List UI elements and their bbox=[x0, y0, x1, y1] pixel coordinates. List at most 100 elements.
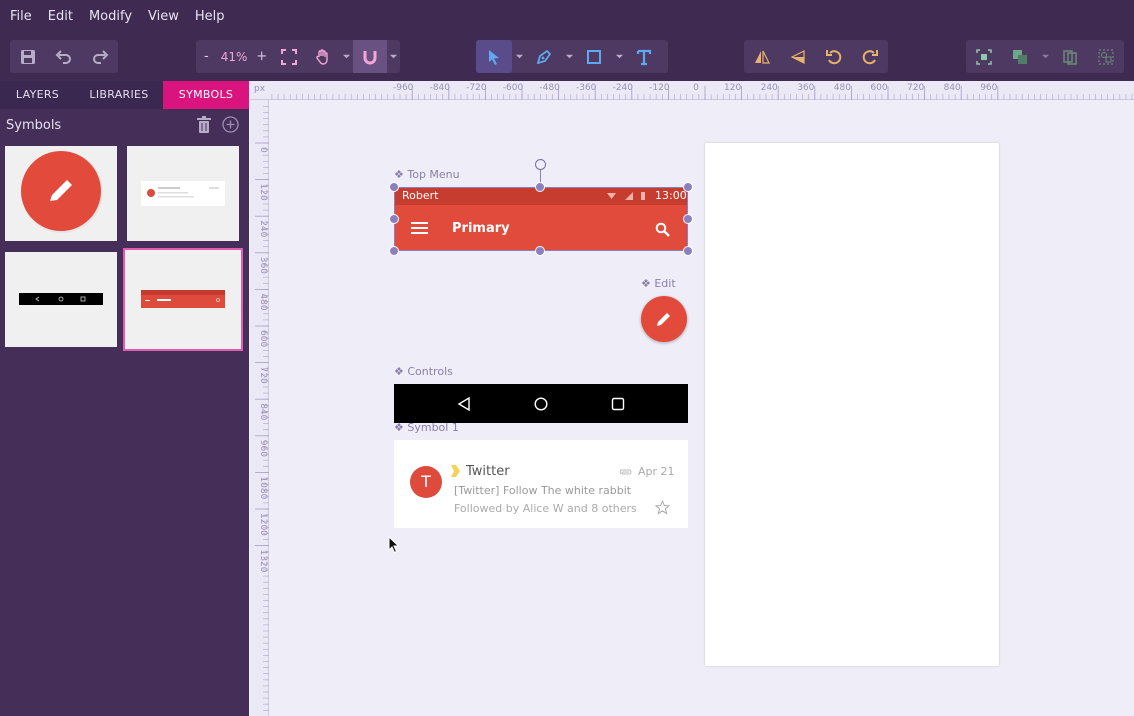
pen-tool-button[interactable] bbox=[526, 40, 562, 73]
controls-label: ❖ Controls bbox=[394, 365, 453, 378]
edit-label: ❖ Edit bbox=[641, 277, 676, 290]
draw-tools bbox=[476, 40, 668, 73]
menu-modify[interactable]: Modify bbox=[89, 9, 132, 24]
hand-tool-button[interactable] bbox=[306, 40, 340, 73]
arrange-options-dropdown[interactable] bbox=[1038, 40, 1052, 73]
horizontal-ruler[interactable]: -960 -840 -720 -600 -480 -360 -240 -120 0 120 240 3… bbox=[250, 81, 1134, 100]
save-button[interactable] bbox=[10, 40, 46, 73]
ruler-tick-label: -240 bbox=[613, 83, 634, 93]
pencil-icon bbox=[657, 313, 670, 326]
menu-file[interactable]: File bbox=[10, 9, 32, 24]
zoom-in-button[interactable]: + bbox=[251, 49, 272, 64]
horizontal-ruler-ticks: -960 -840 -720 -600 -480 -360 -240 -120 0 120 240 3… bbox=[271, 83, 1133, 100]
label-marker-icon bbox=[451, 465, 460, 477]
save-icon bbox=[21, 49, 35, 64]
symbol1-label: ❖ Symbol 1 bbox=[394, 421, 459, 434]
recents-square-icon bbox=[611, 397, 625, 411]
align-icon bbox=[976, 48, 992, 65]
text-icon bbox=[636, 49, 652, 65]
menu-edit[interactable]: Edit bbox=[48, 9, 73, 24]
boolean-button[interactable] bbox=[1052, 40, 1088, 73]
select-tool-button[interactable] bbox=[476, 40, 512, 73]
snap-magnet-button[interactable] bbox=[352, 40, 387, 73]
hand-options-dropdown[interactable] bbox=[340, 40, 353, 73]
notification-avatar: T bbox=[410, 466, 442, 498]
shape-tool-button[interactable] bbox=[576, 40, 612, 73]
fit-screen-button[interactable] bbox=[272, 40, 306, 73]
panel-tabs: LAYERS LIBRARIES SYMBOLS bbox=[0, 81, 249, 109]
notification-line1: [Twitter] Follow The white rabbit bbox=[454, 484, 632, 497]
tab-layers[interactable]: LAYERS bbox=[0, 81, 75, 109]
panel-title: Symbols bbox=[6, 117, 62, 133]
resize-handle-top[interactable] bbox=[535, 182, 545, 192]
resize-handle-bottom-left[interactable] bbox=[389, 246, 399, 256]
magnet-icon bbox=[363, 50, 377, 64]
menu-bar: File Edit Modify View Help bbox=[0, 0, 1134, 33]
rotate-right-button[interactable] bbox=[852, 40, 888, 73]
add-symbol-icon[interactable] bbox=[222, 116, 239, 133]
menu-view[interactable]: View bbox=[148, 9, 179, 24]
select-options-dropdown[interactable] bbox=[512, 40, 526, 73]
resize-handle-bottom-right[interactable] bbox=[683, 246, 693, 256]
notification-date: Apr 21 bbox=[638, 465, 675, 478]
symbol1-label-text: Symbol 1 bbox=[407, 421, 459, 434]
ruler-tick-label: 0 bbox=[258, 147, 268, 153]
resize-handle-top-left[interactable] bbox=[389, 182, 399, 192]
ruler-tick-label: 720 bbox=[907, 83, 924, 93]
selection-outline bbox=[394, 187, 688, 251]
rectangle-icon bbox=[587, 49, 601, 64]
artboard[interactable] bbox=[705, 143, 999, 666]
chevron-down-icon bbox=[615, 54, 623, 59]
arrange-order-button[interactable] bbox=[1002, 40, 1038, 73]
symbol-thumb-top-menu[interactable] bbox=[123, 248, 243, 351]
ruler-tick-label: -360 bbox=[576, 83, 597, 93]
star-icon[interactable] bbox=[655, 500, 670, 515]
resize-handle-right[interactable] bbox=[683, 214, 693, 224]
edit-label-text: Edit bbox=[654, 277, 676, 290]
ruler-tick-label: -960 bbox=[393, 83, 414, 93]
home-circle-icon bbox=[534, 397, 548, 411]
chevron-down-icon bbox=[389, 54, 398, 59]
pointer-icon bbox=[489, 49, 499, 65]
vertical-ruler[interactable]: 0 120 240 360 480 600 720 840 960 1080 1200 1320 bbox=[250, 100, 269, 716]
trash-icon[interactable] bbox=[196, 116, 212, 134]
symbol-thumb-notification[interactable] bbox=[127, 146, 239, 241]
resize-handle-top-right[interactable] bbox=[683, 182, 693, 192]
notification-line2: Followed by Alice W and 8 others bbox=[454, 502, 637, 515]
toolbar: - 41% + bbox=[0, 33, 1134, 81]
zoom-out-button[interactable]: - bbox=[196, 49, 217, 64]
file-tools bbox=[10, 40, 118, 73]
zoom-level[interactable]: 41% bbox=[217, 50, 252, 64]
ruler-tick-label: 960 bbox=[258, 440, 268, 457]
notification-preview bbox=[141, 181, 225, 206]
snap-options-dropdown[interactable] bbox=[387, 40, 400, 73]
resize-handle-bottom[interactable] bbox=[535, 246, 545, 256]
vertical-ruler-ticks: 0 120 240 360 480 600 720 840 960 1080 1200 1320 bbox=[255, 106, 269, 711]
symbol-thumb-controls[interactable] bbox=[5, 252, 117, 347]
pen-options-dropdown[interactable] bbox=[562, 40, 576, 73]
controls-symbol[interactable] bbox=[394, 384, 688, 423]
flip-horizontal-button[interactable] bbox=[744, 40, 780, 73]
text-tool-button[interactable] bbox=[626, 40, 662, 73]
chevron-down-icon bbox=[342, 54, 350, 59]
group-button[interactable] bbox=[1088, 40, 1124, 73]
ruler-tick-label: 120 bbox=[258, 184, 268, 201]
shape-options-dropdown[interactable] bbox=[612, 40, 626, 73]
align-button[interactable] bbox=[966, 40, 1002, 73]
symbol-thumb-edit-fab[interactable] bbox=[5, 146, 117, 241]
ruler-tick-label: -840 bbox=[430, 83, 451, 93]
rotation-handle[interactable] bbox=[535, 159, 546, 170]
chevron-down-icon bbox=[1041, 54, 1049, 59]
redo-button[interactable] bbox=[82, 40, 118, 73]
menu-help[interactable]: Help bbox=[195, 9, 225, 24]
notification-symbol[interactable]: T Twitter Apr 21 [Twitter] Follow The wh… bbox=[394, 440, 688, 528]
tab-symbols[interactable]: SYMBOLS bbox=[163, 81, 249, 109]
edit-fab-symbol[interactable] bbox=[641, 296, 687, 342]
top-menu-label: ❖ Top Menu bbox=[394, 168, 460, 181]
undo-button[interactable] bbox=[46, 40, 82, 73]
zoom-tools: - 41% + bbox=[196, 40, 400, 73]
resize-handle-left[interactable] bbox=[389, 214, 399, 224]
rotate-left-button[interactable] bbox=[816, 40, 852, 73]
tab-libraries[interactable]: LIBRARIES bbox=[75, 81, 163, 109]
flip-vertical-button[interactable] bbox=[780, 40, 816, 73]
